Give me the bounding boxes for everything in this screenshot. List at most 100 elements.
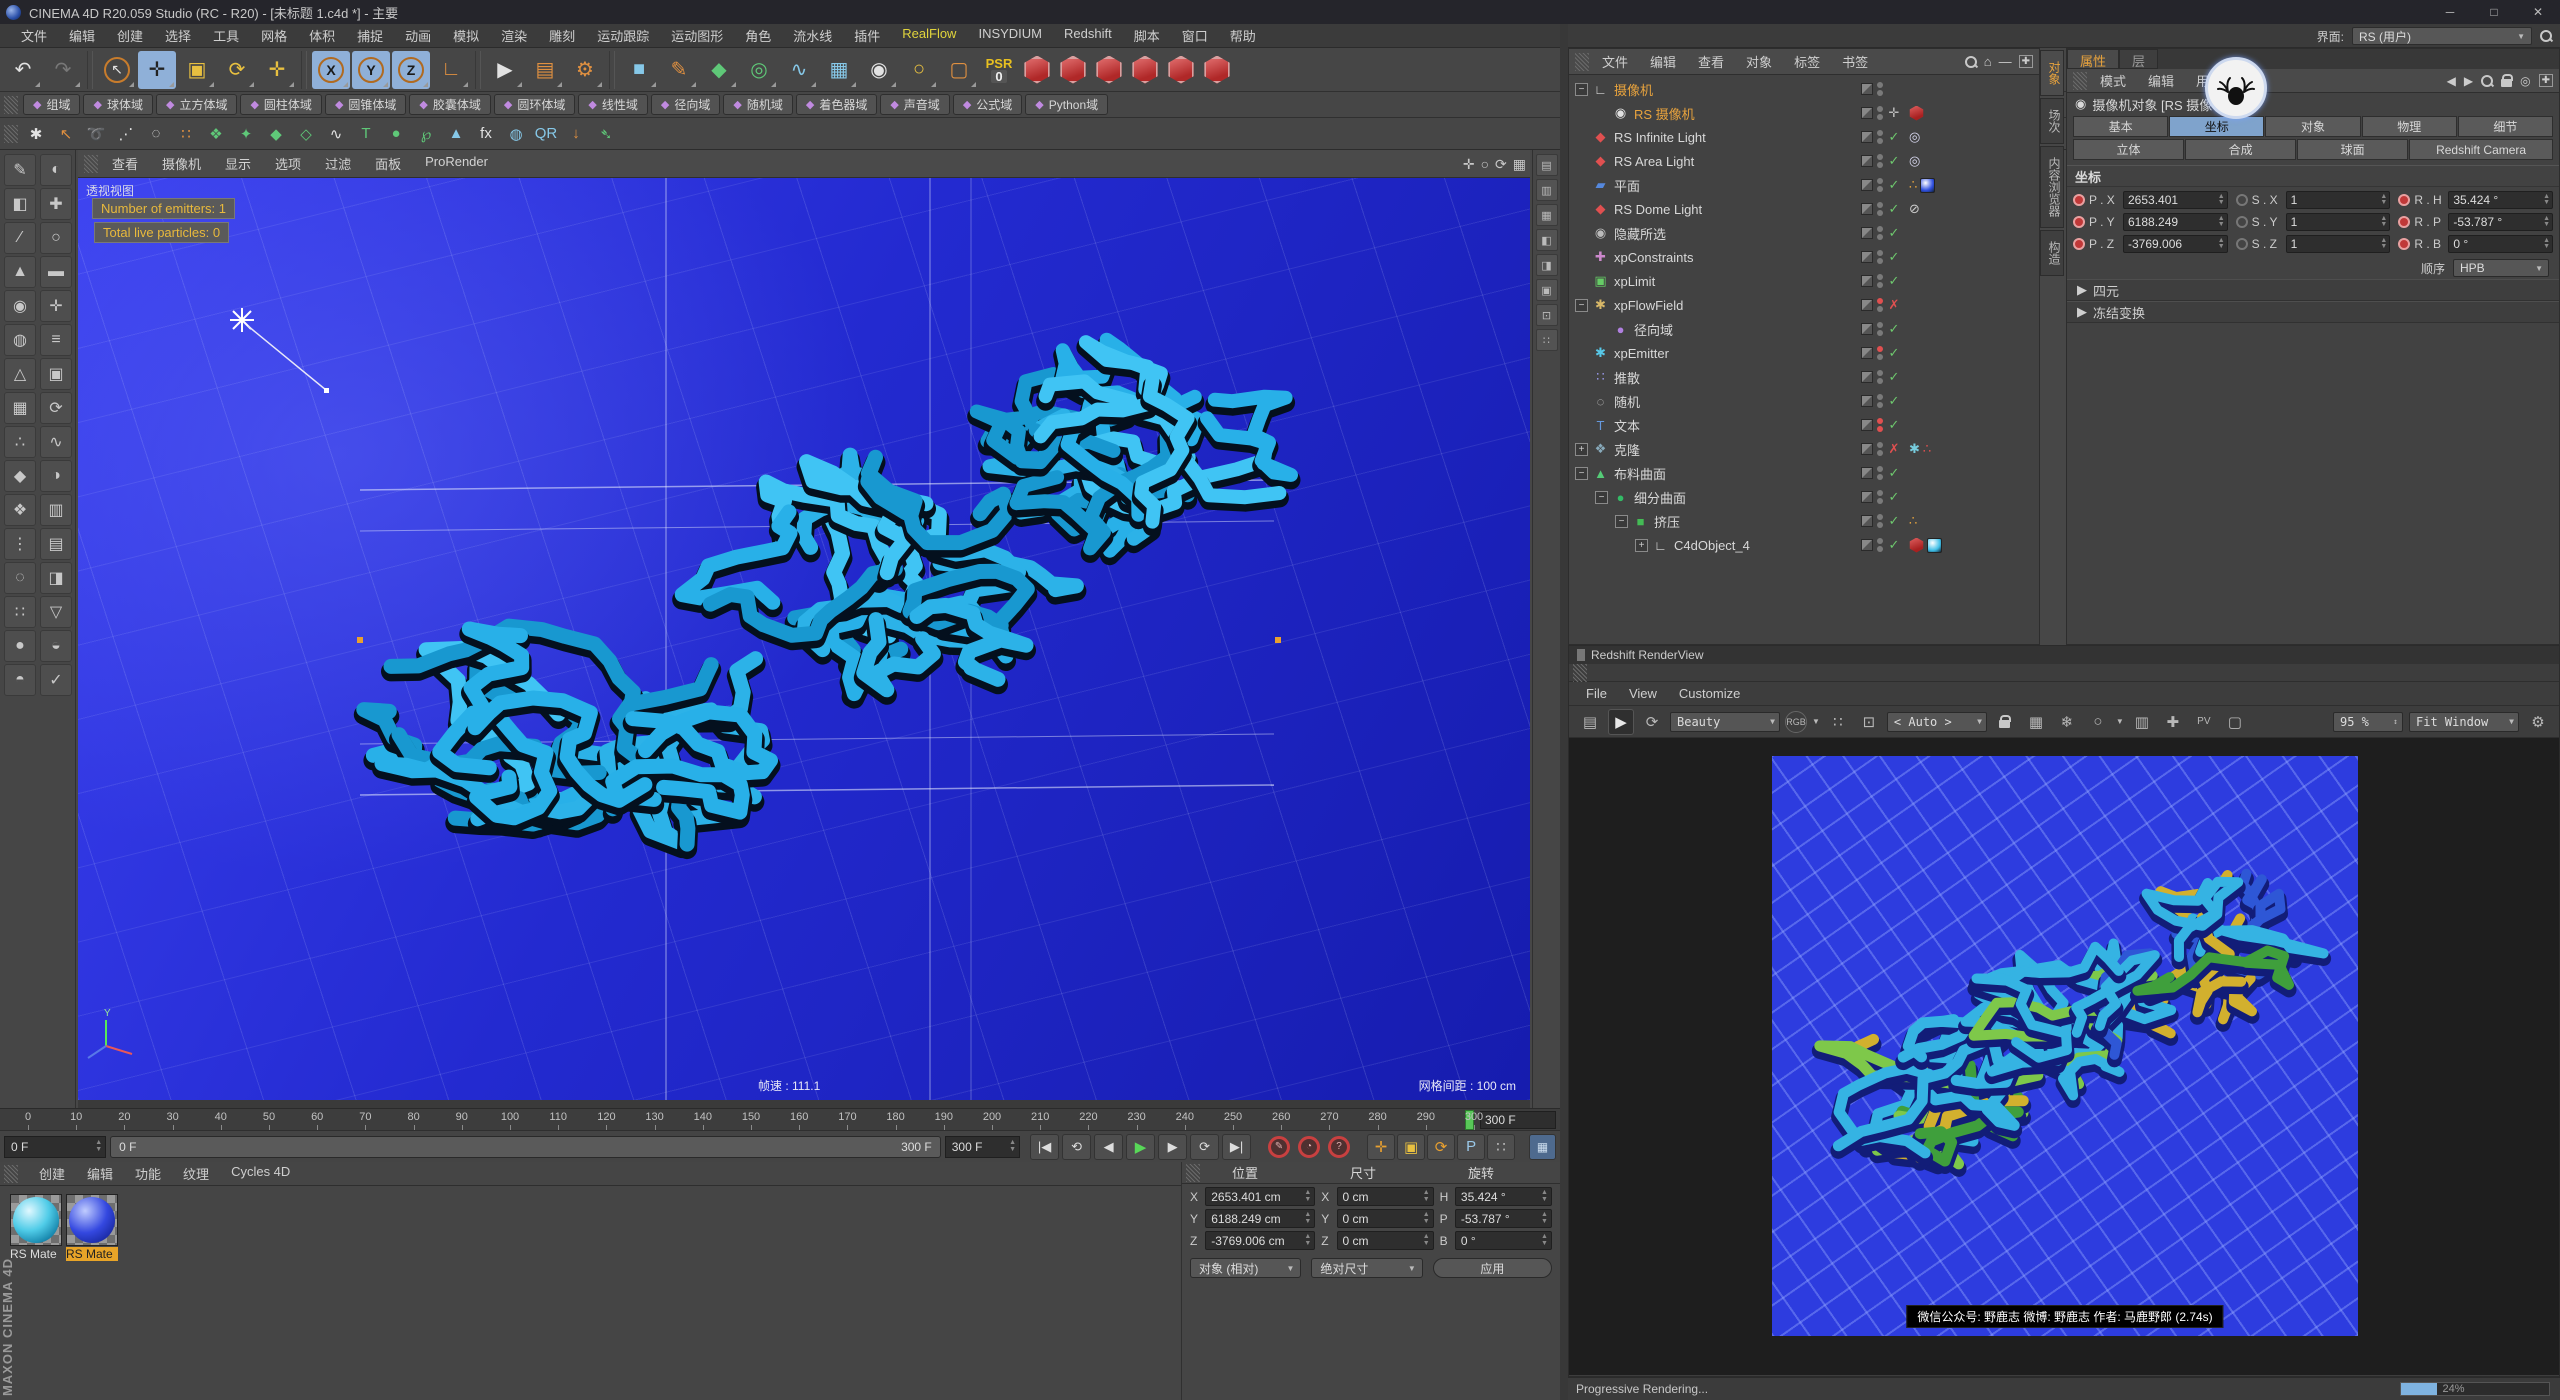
coordinates-section-header[interactable]: 坐标 <box>2067 165 2559 187</box>
maximize-button[interactable]: □ <box>2472 0 2516 24</box>
pan-view-icon[interactable]: ✛ <box>1463 156 1475 173</box>
scrape-tool-icon[interactable]: ▣ <box>40 358 72 390</box>
object-row-摄像机[interactable]: −∟摄像机 <box>1569 77 2039 101</box>
field-button-声音域[interactable]: ◆声音域 <box>880 94 949 115</box>
enable-state[interactable]: ✓ <box>1887 225 1901 241</box>
add-snapshot-icon[interactable]: ✚ <box>2160 709 2186 735</box>
object-row-RS Dome Light[interactable]: ◆RS Dome Light✓⊘ <box>1569 197 2039 221</box>
copy-image-icon[interactable]: ▢ <box>2222 709 2248 735</box>
panel-grip[interactable] <box>4 96 18 114</box>
material-menu-编辑[interactable]: 编辑 <box>76 1164 124 1183</box>
move-icon[interactable]: ✛ <box>138 51 176 89</box>
fold-section-四元[interactable]: ▶四元 <box>2067 279 2559 301</box>
field-button-胶囊体域[interactable]: ◆胶囊体域 <box>409 94 490 115</box>
fracture-icon[interactable]: ◆ <box>262 120 290 148</box>
rv-menu-File[interactable]: File <box>1575 686 1618 701</box>
fill-tool-icon[interactable]: ▦ <box>4 392 36 424</box>
cloner-icon[interactable]: ❖ <box>202 120 230 148</box>
attribute-tab-层[interactable]: 层 <box>2119 49 2158 69</box>
view-strip-icon-1[interactable]: ▥ <box>1536 179 1558 201</box>
rs-dome-light-icon[interactable] <box>1092 53 1126 87</box>
object-row-随机[interactable]: ◌随机✓ <box>1569 389 2039 413</box>
render-canvas[interactable]: 微信公众号: 野鹿志 微博: 野鹿志 作者: 马鹿野郎 (2.74s) <box>1569 738 2559 1375</box>
panel-divider[interactable] <box>1560 24 1568 1400</box>
radial-cloner-icon[interactable]: ◌ <box>142 120 170 148</box>
lock-y-axis-icon[interactable]: Y <box>352 51 390 89</box>
rs-sun-light-icon[interactable] <box>1164 53 1198 87</box>
keyframe-dot[interactable] <box>2073 238 2085 250</box>
attr-section-button-对象[interactable]: 对象 <box>2265 116 2360 137</box>
fit-mode-select[interactable]: Fit Window▼ <box>2409 712 2519 732</box>
layer-color-box[interactable] <box>1861 395 1873 407</box>
rs-physical-camera-icon[interactable] <box>1128 53 1162 87</box>
viewport-menu-ProRender[interactable]: ProRender <box>413 154 500 173</box>
enable-state[interactable]: ✓ <box>1887 345 1901 361</box>
menu-运动图形[interactable]: 运动图形 <box>660 26 734 45</box>
coordinate-system-icon[interactable]: ∟ <box>432 51 470 89</box>
menu-创建[interactable]: 创建 <box>106 26 154 45</box>
size-mode-select[interactable]: 绝对尺寸▼ <box>1311 1258 1422 1278</box>
range-end-spinner[interactable]: 300 F▲▼ <box>945 1136 1020 1158</box>
layer-color-box[interactable] <box>1861 299 1873 311</box>
previous-frame-button[interactable]: ◀ <box>1094 1134 1123 1160</box>
field-button-公式域[interactable]: ◆公式域 <box>953 94 1022 115</box>
start-render-icon[interactable]: ▶ <box>1608 709 1634 735</box>
snake-icon[interactable]: ➴ <box>592 120 620 148</box>
close-button[interactable]: ✕ <box>2516 0 2560 24</box>
layer-color-box[interactable] <box>1861 203 1873 215</box>
om-link-icon[interactable]: — <box>1999 54 2012 69</box>
rs-ies-light-icon[interactable] <box>1200 53 1234 87</box>
rgb-channels-icon[interactable]: RGB <box>1785 711 1807 733</box>
enable-state[interactable]: ✓ <box>1887 273 1901 289</box>
material-menu-功能[interactable]: 功能 <box>124 1164 172 1183</box>
visibility-dots[interactable] <box>1877 178 1883 192</box>
crop-region-icon[interactable]: ⊡ <box>1856 709 1882 735</box>
record-scale-button[interactable]: ▣ <box>1397 1134 1425 1160</box>
region-circle-icon[interactable]: ○ <box>2085 709 2111 735</box>
weight-icon[interactable]: ◓ <box>4 664 36 696</box>
record-pla-button[interactable]: ∷ <box>1487 1134 1515 1160</box>
flatten-tool-icon[interactable]: ▬ <box>40 256 72 288</box>
menu-流水线[interactable]: 流水线 <box>782 26 843 45</box>
field-button-线性域[interactable]: ◆线性域 <box>578 94 647 115</box>
zoom-level-spinner[interactable]: 95 %↕ <box>2333 712 2403 732</box>
grab-tool-icon[interactable]: ✛ <box>40 290 72 322</box>
viewport-menu-显示[interactable]: 显示 <box>213 154 263 173</box>
menu-Redshift[interactable]: Redshift <box>1053 26 1123 45</box>
select-edges-icon[interactable]: ∿ <box>40 426 72 458</box>
viewport-canvas[interactable]: Y 透视视图 Number of emitters: 1 Total live … <box>78 178 1530 1100</box>
visibility-dots[interactable] <box>1877 346 1883 360</box>
value-input[interactable]: 2653.401▲▼ <box>2123 191 2228 209</box>
emitter-tag[interactable]: ✱ <box>1909 441 1920 457</box>
menu-体积[interactable]: 体积 <box>298 26 346 45</box>
chevron-down-icon[interactable]: ▼ <box>2116 717 2124 726</box>
motext-icon[interactable]: T <box>352 120 380 148</box>
field-button-组域[interactable]: ◆组域 <box>23 94 80 115</box>
layer-color-box[interactable] <box>1861 251 1873 263</box>
order-select[interactable]: HPB▼ <box>2453 259 2549 277</box>
visibility-dots[interactable] <box>1877 370 1883 384</box>
target-icon[interactable]: ◎ <box>2520 74 2530 88</box>
field-button-Python域[interactable]: ◆Python域 <box>1025 94 1108 115</box>
value-input[interactable]: 1▲▼ <box>2286 213 2391 231</box>
menu-雕刻[interactable]: 雕刻 <box>538 26 586 45</box>
enable-state[interactable]: ✓ <box>1887 393 1901 409</box>
render-settings-gear-icon[interactable]: ⚙ <box>2525 709 2551 735</box>
panel-grip[interactable] <box>1573 664 1587 682</box>
coord-input-Z[interactable]: 0 cm▲▼ <box>1337 1231 1434 1250</box>
om-menu-文件[interactable]: 文件 <box>1591 52 1639 71</box>
target-tag[interactable]: ◎ <box>1909 129 1920 145</box>
lock-z-axis-icon[interactable]: Z <box>392 51 430 89</box>
enable-state[interactable]: ✓ <box>1887 249 1901 265</box>
moinstance-icon[interactable]: ℘ <box>412 120 440 148</box>
object-row-隐藏所选[interactable]: ◉隐藏所选✓ <box>1569 221 2039 245</box>
last-tool-icon[interactable]: ✛ <box>258 51 296 89</box>
timeline-range-scrollbar[interactable]: 0 F 300 F <box>110 1136 941 1158</box>
current-frame-spinner[interactable]: 0 F▲▼ <box>4 1136 106 1158</box>
rs-camera-tag[interactable] <box>1909 106 1924 121</box>
play-reverse-button[interactable]: ⟲ <box>1062 1134 1091 1160</box>
keyframe-panel-icon[interactable]: ▦ <box>1529 1134 1556 1160</box>
layer-color-box[interactable] <box>1861 107 1873 119</box>
layer-color-box[interactable] <box>1861 83 1873 95</box>
menu-帮助[interactable]: 帮助 <box>1219 26 1267 45</box>
